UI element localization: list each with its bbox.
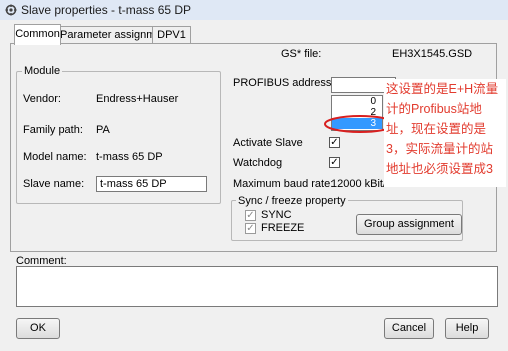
tab-common-label: Common [15, 28, 60, 40]
checkmark-icon: ✓ [246, 210, 255, 221]
vendor-label: Vendor: [23, 93, 61, 105]
vendor-value: Endress+Hauser [96, 93, 179, 105]
watchdog-label: Watchdog [233, 157, 283, 169]
annotation-callout: 这设置的是E+H流量 计的Profibus站地 址，现在设置的是 3，实际流量计… [384, 79, 506, 187]
cancel-button[interactable]: Cancel [384, 318, 434, 339]
watchdog-checkbox[interactable]: ✓ [329, 157, 340, 168]
annotation-line-2: 计的Profibus站地 [386, 102, 482, 116]
ok-label: OK [30, 322, 46, 334]
activate-slave-checkbox[interactable]: ✓ [329, 137, 340, 148]
activate-slave-label: Activate Slave [233, 137, 303, 149]
sync-label: SYNC [261, 209, 292, 221]
module-legend: Module [22, 65, 63, 77]
tab-dpv1-label: DPV1 [157, 29, 186, 41]
sync-checkbox[interactable]: ✓ [245, 210, 256, 221]
sync-freeze-legend: Sync / freeze property [236, 195, 348, 207]
profibus-option-0[interactable]: 0 [332, 96, 382, 107]
model-name-value: t-mass 65 DP [96, 151, 163, 163]
model-name-label: Model name: [23, 151, 87, 163]
checkmark-icon: ✓ [330, 137, 339, 148]
annotation-line-1: 这设置的是E+H流量 [386, 82, 499, 96]
annotation-line-4: 3，实际流量计的站 [386, 142, 493, 156]
freeze-label: FREEZE [261, 222, 305, 234]
group-assignment-button[interactable]: Group assignment [356, 214, 462, 235]
title-bar: Slave properties - t-mass 65 DP [0, 0, 508, 21]
family-path-value: PA [96, 124, 110, 136]
help-label: Help [455, 322, 479, 334]
annotation-line-5: 地址也必须设置成3 [386, 162, 493, 176]
comment-textarea[interactable] [16, 266, 498, 307]
annotation-line-3: 址，现在设置的是 [386, 122, 487, 136]
tab-common[interactable]: Common [14, 24, 61, 45]
window-title: Slave properties - t-mass 65 DP [21, 3, 192, 17]
max-baud-rate-label: Maximum baud rate: [233, 178, 334, 190]
group-assignment-label: Group assignment [364, 218, 454, 230]
settings-icon [5, 4, 17, 16]
ok-button[interactable]: OK [16, 318, 60, 339]
cancel-label: Cancel [391, 322, 427, 334]
max-baud-rate-value: 12000 kBit/sec [331, 178, 385, 190]
family-path-label: Family path: [23, 124, 83, 136]
slave-name-label: Slave name: [23, 178, 85, 190]
profibus-address-label: PROFIBUS address: [233, 77, 335, 89]
checkmark-icon: ✓ [330, 157, 339, 168]
slave-name-text: t-mass 65 DP [100, 178, 167, 190]
freeze-checkbox[interactable]: ✓ [245, 223, 256, 234]
gsd-value: EH3X1545.GSD [392, 48, 473, 60]
tab-dpv1[interactable]: DPV1 [152, 26, 191, 44]
tab-parameter-assignment[interactable]: Parameter assignment [59, 26, 171, 44]
help-button[interactable]: Help [445, 318, 489, 339]
slave-name-input[interactable]: t-mass 65 DP [96, 176, 207, 192]
checkmark-icon: ✓ [246, 223, 255, 234]
gsd-label: GS* file: [281, 48, 322, 60]
